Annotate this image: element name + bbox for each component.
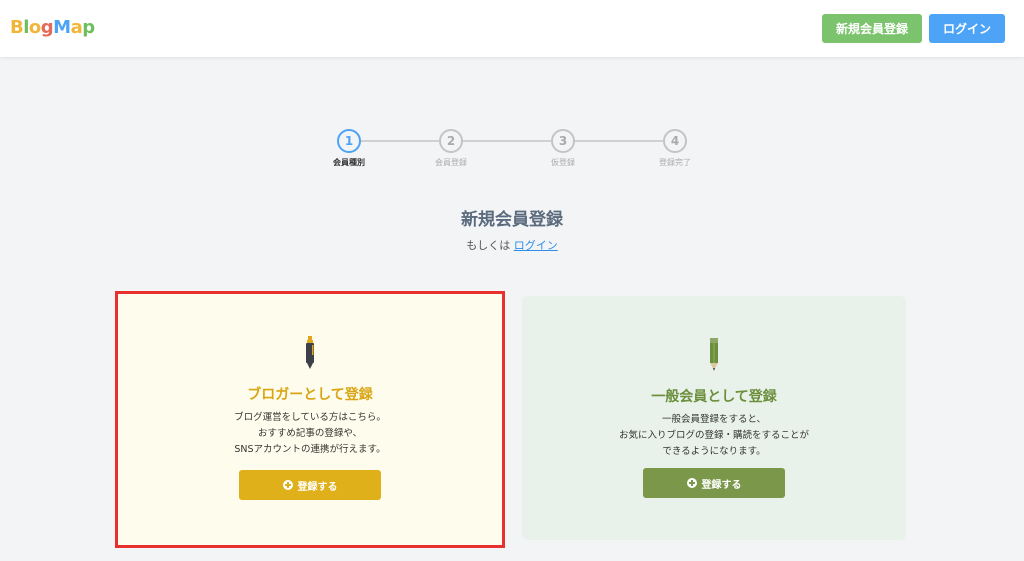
plus-circle-icon: [282, 480, 293, 490]
step-4-circle: 4: [663, 129, 687, 153]
step-2-label: 会員登録: [435, 158, 467, 167]
step-connector: [463, 140, 551, 142]
logo-letter: B: [10, 17, 24, 38]
blogmap-logo[interactable]: BlogMap: [10, 17, 95, 38]
member-signup-card: 一般会員として登録 一般会員登録をすると、 お気に入りブログの登録・購読をするこ…: [522, 296, 906, 540]
member-card-description: 一般会員登録をすると、 お気に入りブログの登録・購読をすることが できるようにな…: [522, 412, 906, 460]
logo-letter: a: [70, 17, 83, 38]
desc-line: お気に入りブログの登録・購読をすることが: [618, 430, 809, 441]
header-login-button[interactable]: ログイン: [929, 14, 1005, 43]
desc-line: 一般会員登録をすると、: [661, 414, 767, 425]
step-1-label: 会員種別: [333, 158, 365, 167]
registration-stepper: 1 会員種別 2 会員登録 3 仮登録 4 登録完了: [310, 127, 730, 172]
logo-letter: g: [40, 17, 54, 38]
page-title: 新規会員登録: [461, 210, 563, 230]
desc-line: SNSアカウントの連携が行えます。: [234, 444, 386, 455]
desc-line: おすすめ記事の登録や、: [257, 428, 363, 439]
pencil-icon: [710, 338, 718, 371]
alt-prefix: もしくは: [466, 239, 511, 252]
login-link[interactable]: ログイン: [514, 239, 558, 252]
step-3-circle: 3: [551, 129, 575, 153]
step-4-label: 登録完了: [659, 158, 691, 167]
member-card-title: 一般会員として登録: [651, 389, 777, 405]
desc-line: ブログ運営をしている方はこちら。: [234, 412, 386, 423]
logo-letter: M: [53, 17, 71, 38]
header-signup-button[interactable]: 新規会員登録: [822, 14, 922, 43]
button-label: 登録する: [701, 479, 742, 491]
button-label: 登録する: [297, 481, 338, 493]
step-1-circle: 1: [337, 129, 361, 153]
step-connector: [575, 140, 663, 142]
logo-letter: p: [82, 17, 95, 38]
top-header: BlogMap 新規会員登録 ログイン: [0, 0, 1024, 57]
plus-circle-icon: [686, 478, 697, 488]
pen-icon: [306, 336, 314, 369]
logo-letter: o: [28, 17, 41, 38]
desc-line: できるようになります。: [662, 446, 766, 457]
blogger-card-description: ブログ運営をしている方はこちら。 おすすめ記事の登録や、 SNSアカウントの連携…: [118, 410, 502, 458]
step-3-label: 仮登録: [551, 158, 575, 167]
login-alternative: もしくは ログイン: [0, 237, 1024, 253]
member-register-button[interactable]: 登録する: [643, 468, 785, 498]
blogger-signup-card: ブロガーとして登録 ブログ運営をしている方はこちら。 おすすめ記事の登録や、 S…: [115, 291, 505, 548]
step-2-circle: 2: [439, 129, 463, 153]
blogger-card-title: ブロガーとして登録: [247, 387, 373, 403]
step-connector: [361, 140, 439, 142]
blogger-register-button[interactable]: 登録する: [239, 470, 381, 500]
